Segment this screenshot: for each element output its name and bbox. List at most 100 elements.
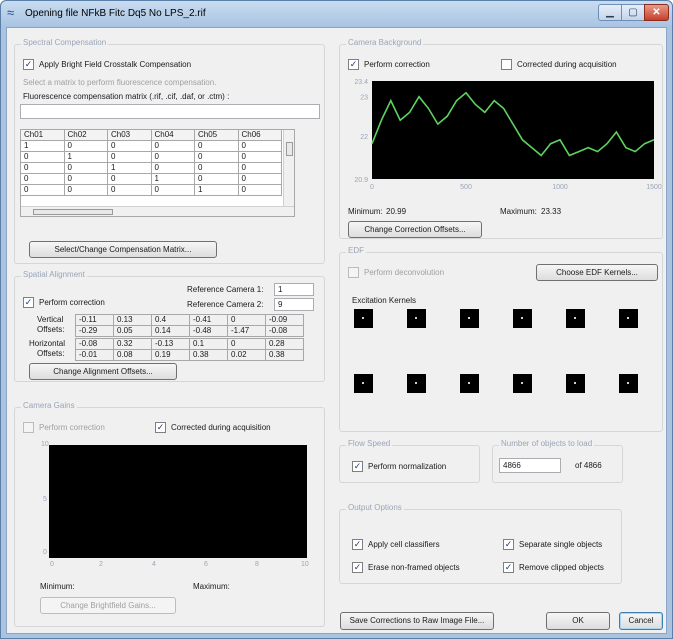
reference-camera-2-input[interactable]: 9 [274, 298, 314, 311]
kernel-thumbnail[interactable] [619, 309, 638, 328]
table-row[interactable]: 000010 [21, 184, 282, 196]
column-header[interactable]: Ch06 [237, 130, 282, 141]
table-cell[interactable]: 0 [194, 162, 239, 174]
table-cell[interactable]: 0 [150, 140, 195, 152]
reference-camera-1-input[interactable]: 1 [274, 283, 314, 296]
table-cell[interactable]: 0 [237, 173, 282, 185]
objects-to-load-input[interactable]: 4866 [499, 458, 561, 473]
offset-cell[interactable]: -0.48 [189, 325, 228, 337]
kernel-thumbnail[interactable] [407, 374, 426, 393]
offset-cell[interactable]: -0.01 [75, 349, 114, 361]
kernel-thumbnail[interactable] [619, 374, 638, 393]
title-bar[interactable]: ≈ Opening file NFkB Fitc Dq5 No LPS_2.ri… [1, 1, 672, 27]
table-cell[interactable]: 0 [107, 184, 152, 196]
remove-clipped-checkbox[interactable]: ✓ [503, 562, 514, 573]
offset-cell[interactable]: 0 [227, 338, 266, 350]
offset-cell[interactable]: -0.11 [75, 314, 114, 326]
kernel-thumbnail[interactable] [513, 309, 532, 328]
table-cell[interactable]: 0 [63, 140, 108, 152]
horizontal-offsets-table[interactable]: -0.08 0.32 -0.13 0.1 0 0.28 -0.01 0.08 0.19 0.38 0… [75, 338, 304, 361]
kernel-thumbnail[interactable] [460, 374, 479, 393]
table-cell[interactable]: 0 [21, 162, 65, 174]
table-cell[interactable]: 0 [150, 162, 195, 174]
offset-cell[interactable]: 0.08 [113, 349, 152, 361]
ok-button[interactable]: OK [546, 612, 610, 630]
normalization-checkbox[interactable]: ✓ [352, 461, 363, 472]
kernel-thumbnail[interactable] [566, 309, 585, 328]
table-row[interactable]: -0.08 0.32 -0.13 0.1 0 0.28 [75, 338, 304, 350]
table-cell[interactable]: 1 [194, 184, 239, 196]
offset-cell[interactable]: -0.08 [265, 325, 304, 337]
apply-crosstalk-checkbox[interactable]: ✓ [23, 59, 34, 70]
table-row[interactable]: 010000 [21, 151, 282, 163]
offset-cell[interactable]: 0.32 [113, 338, 152, 350]
column-header[interactable]: Ch02 [63, 130, 108, 141]
table-cell[interactable]: 1 [150, 173, 195, 185]
table-row[interactable]: 000100 [21, 173, 282, 185]
table-cell[interactable]: 1 [63, 151, 108, 163]
table-cell[interactable]: 0 [63, 162, 108, 174]
change-alignment-offsets-button[interactable]: Change Alignment Offsets... [29, 363, 177, 380]
minimize-button[interactable]: ▁ [598, 4, 622, 21]
deconvolution-checkbox[interactable] [348, 267, 359, 278]
offset-cell[interactable]: -0.41 [189, 314, 228, 326]
table-cell[interactable]: 0 [237, 151, 282, 163]
kernel-thumbnail[interactable] [513, 374, 532, 393]
table-cell[interactable]: 0 [194, 140, 239, 152]
vertical-offsets-table[interactable]: -0.11 0.13 0.4 -0.41 0 -0.09 -0.29 0.05 0.14 -0.4… [75, 314, 304, 337]
table-cell[interactable]: 0 [150, 184, 195, 196]
table-cell[interactable]: 0 [194, 151, 239, 163]
cancel-button[interactable]: Cancel [619, 612, 663, 630]
table-cell[interactable]: 0 [150, 151, 195, 163]
table-cell[interactable]: 0 [237, 140, 282, 152]
table-cell[interactable]: 0 [21, 173, 65, 185]
scroll-thumb[interactable] [286, 142, 293, 156]
table-row[interactable]: -0.01 0.08 0.19 0.38 0.02 0.38 [75, 349, 304, 361]
kernel-thumbnail[interactable] [354, 374, 373, 393]
table-cell[interactable]: 0 [237, 184, 282, 196]
change-brightfield-gains-button[interactable]: Change Brightfield Gains... [40, 597, 176, 614]
kernel-thumbnail[interactable] [566, 374, 585, 393]
choose-edf-kernels-button[interactable]: Choose EDF Kernels... [536, 264, 658, 281]
offset-cell[interactable]: 0.14 [151, 325, 190, 337]
offset-cell[interactable]: 0.4 [151, 314, 190, 326]
column-header[interactable]: Ch03 [107, 130, 152, 141]
table-cell[interactable]: 0 [194, 173, 239, 185]
save-corrections-button[interactable]: Save Corrections to Raw Image File... [340, 612, 494, 630]
table-row[interactable]: 100000 [21, 140, 282, 152]
table-cell[interactable]: 0 [21, 184, 65, 196]
table-cell[interactable]: 0 [21, 151, 65, 163]
offset-cell[interactable]: 0.02 [227, 349, 266, 361]
table-cell[interactable]: 0 [107, 140, 152, 152]
offset-cell[interactable]: -0.08 [75, 338, 114, 350]
offset-cell[interactable]: -0.09 [265, 314, 304, 326]
offset-cell[interactable]: 0.28 [265, 338, 304, 350]
offset-cell[interactable]: 0 [227, 314, 266, 326]
table-cell[interactable]: 1 [107, 162, 152, 174]
change-correction-offsets-button[interactable]: Change Correction Offsets... [348, 221, 482, 238]
gains-corrected-checkbox[interactable]: ✓ [155, 422, 166, 433]
offset-cell[interactable]: 0.13 [113, 314, 152, 326]
apply-classifiers-checkbox[interactable]: ✓ [352, 539, 363, 550]
table-cell[interactable]: 0 [63, 184, 108, 196]
offset-cell[interactable]: 0.1 [189, 338, 228, 350]
offset-cell[interactable]: 0.38 [189, 349, 228, 361]
background-corrected-checkbox[interactable] [501, 59, 512, 70]
table-row[interactable]: 001000 [21, 162, 282, 174]
kernel-thumbnail[interactable] [407, 309, 426, 328]
kernel-thumbnail[interactable] [354, 309, 373, 328]
erase-nonframed-checkbox[interactable]: ✓ [352, 562, 363, 573]
table-cell[interactable]: 1 [21, 140, 65, 152]
compensation-matrix-table[interactable]: Ch01 Ch02 Ch03 Ch04 Ch05 Ch06 1 0 0 0 0 0 0 1 0 0 0 0 0 0 1 0… [20, 129, 295, 217]
table-cell[interactable]: 0 [107, 173, 152, 185]
matrix-file-input[interactable] [20, 104, 320, 119]
table-cell[interactable]: 0 [63, 173, 108, 185]
close-button[interactable]: ✕ [644, 4, 669, 21]
offset-cell[interactable]: 0.05 [113, 325, 152, 337]
table-cell[interactable]: 0 [107, 151, 152, 163]
column-header[interactable]: Ch05 [194, 130, 239, 141]
horizontal-scrollbar[interactable] [21, 206, 294, 216]
gains-perform-checkbox[interactable] [23, 422, 34, 433]
table-row[interactable]: -0.29 0.05 0.14 -0.48 -1.47 -0.08 [75, 325, 304, 337]
kernel-thumbnail[interactable] [460, 309, 479, 328]
